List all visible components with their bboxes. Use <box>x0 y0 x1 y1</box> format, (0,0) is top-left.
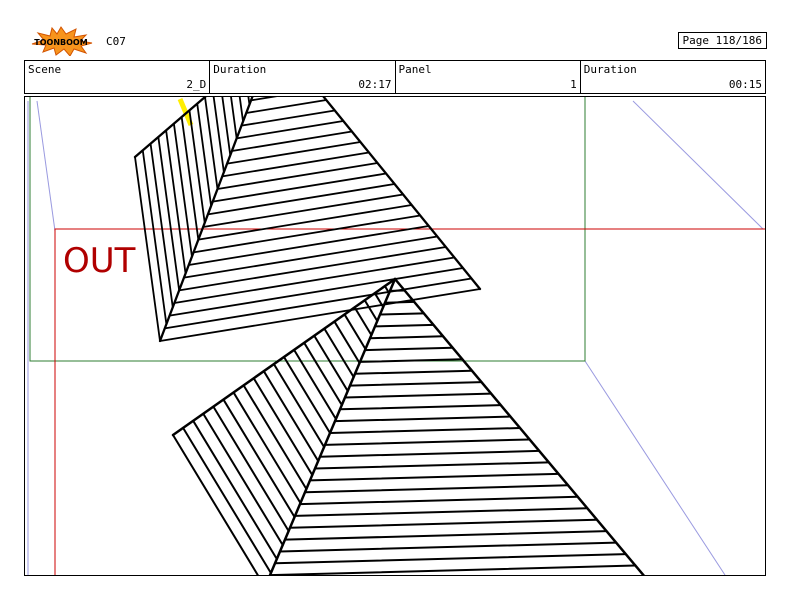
step-line <box>349 381 483 387</box>
step-line <box>192 214 422 254</box>
storyboard-panel: OUT <box>24 96 766 576</box>
step-line <box>303 341 343 406</box>
step-line <box>289 518 598 529</box>
step-line <box>299 495 579 506</box>
step-line <box>333 320 361 364</box>
panel-duration-cell: Duration 00:15 <box>581 61 765 93</box>
step-line <box>173 256 456 304</box>
step-line <box>363 299 379 322</box>
step-line <box>221 151 370 178</box>
step-line <box>324 438 531 446</box>
step-line <box>245 99 328 114</box>
step-line <box>294 507 589 517</box>
step-line <box>180 116 200 241</box>
step-line <box>354 369 473 375</box>
out-label: OUT <box>63 241 136 281</box>
step-line <box>178 246 447 292</box>
step-line <box>262 370 320 462</box>
step-line <box>309 472 560 482</box>
step-line <box>304 484 570 494</box>
toonboom-logo: TOONBOOM <box>26 26 96 57</box>
step-line <box>272 363 326 448</box>
step-line <box>344 392 493 399</box>
step-line <box>269 564 637 575</box>
scene-value: 2_D <box>186 78 207 91</box>
step-line <box>364 346 454 352</box>
step-line <box>353 306 373 336</box>
page-indicator: Page 118/186 <box>677 32 767 49</box>
scene-duration-cell: Duration 02:17 <box>210 61 396 93</box>
step-line <box>274 553 627 565</box>
step-line <box>323 327 355 378</box>
step-line <box>283 356 331 434</box>
scene-duration-label: Duration <box>213 63 267 76</box>
scene-label: Scene <box>28 63 62 76</box>
step-line <box>187 225 430 266</box>
step-line <box>188 109 206 224</box>
step-line <box>384 300 416 304</box>
step-line <box>319 449 541 458</box>
right-edge <box>322 97 482 291</box>
lower-pyramid <box>171 277 645 575</box>
base-edge <box>172 434 259 575</box>
panel-value: 1 <box>570 78 577 91</box>
step-line <box>339 404 502 411</box>
step-line <box>222 398 296 518</box>
svg-text:TOONBOOM: TOONBOOM <box>34 38 87 47</box>
upper-pyramid <box>133 97 482 343</box>
step-line <box>238 97 244 123</box>
panel-drawing <box>27 97 765 575</box>
step-line <box>212 405 290 532</box>
panel-label: Panel <box>398 63 432 76</box>
step-line <box>279 541 618 553</box>
step-line <box>183 235 439 279</box>
step-line <box>211 172 387 203</box>
step-line <box>230 130 353 152</box>
step-line <box>359 358 464 363</box>
step-line <box>232 391 302 504</box>
step-line <box>379 312 425 316</box>
step-line <box>313 334 349 392</box>
step-line <box>314 461 550 470</box>
step-line <box>240 109 336 127</box>
step-line <box>329 427 521 434</box>
step-line <box>230 97 238 140</box>
scene-duration-value: 02:17 <box>358 78 392 91</box>
step-line <box>207 183 396 216</box>
step-line <box>196 102 213 207</box>
step-line <box>226 141 362 165</box>
step-line <box>369 335 445 340</box>
step-line <box>247 97 251 106</box>
step-line <box>165 129 187 275</box>
info-bar: Scene 2_D Duration 02:17 Panel 1 Duratio… <box>24 60 766 94</box>
step-line <box>250 97 278 102</box>
step-line <box>182 426 272 574</box>
scene-cell: Scene 2_D <box>25 61 211 93</box>
step-line <box>221 97 232 157</box>
step-line <box>157 136 181 292</box>
storyboard-code: C07 <box>106 35 126 48</box>
step-line <box>216 162 379 190</box>
step-line <box>252 377 314 476</box>
step-line <box>374 323 435 328</box>
step-line <box>172 122 193 258</box>
panel-cell: Panel 1 <box>396 61 581 93</box>
panel-duration-value: 00:15 <box>728 78 762 91</box>
step-line <box>334 415 512 423</box>
step-line <box>284 530 608 541</box>
panel-duration-label: Duration <box>583 63 637 76</box>
